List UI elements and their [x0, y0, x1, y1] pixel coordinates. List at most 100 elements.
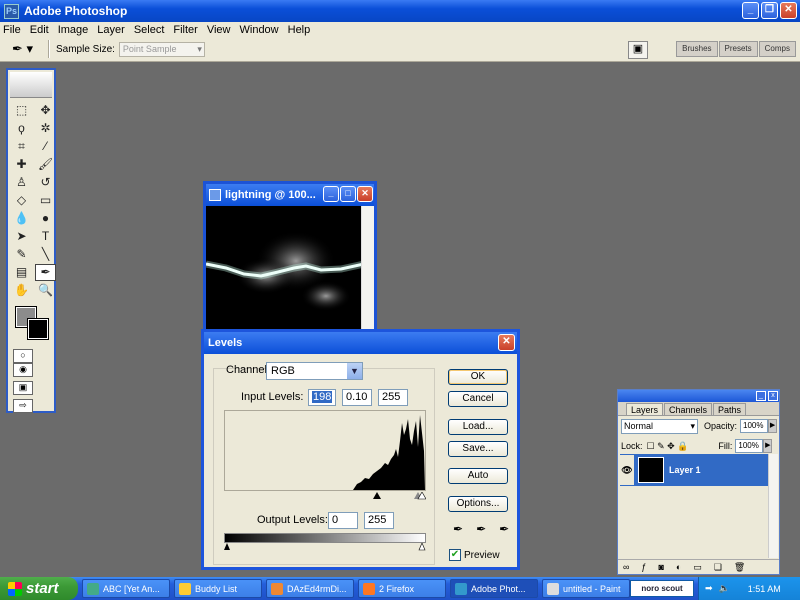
input-levels-slider[interactable] — [224, 492, 426, 500]
task-photoshop[interactable]: Adobe Phot... — [450, 579, 538, 598]
path-select-icon[interactable]: ➤ — [11, 228, 32, 245]
doc-minimize-button[interactable]: _ — [323, 186, 339, 202]
doc-maximize-button[interactable]: □ — [340, 186, 356, 202]
background-color-swatch[interactable] — [27, 318, 49, 340]
output-white-field[interactable]: 255 — [364, 512, 394, 529]
task-abc[interactable]: ABC [Yet An... — [82, 579, 170, 598]
line-tool-icon[interactable]: ╲ — [35, 246, 56, 263]
ok-button[interactable]: OK — [448, 369, 508, 385]
minimize-button[interactable]: _ — [742, 2, 759, 19]
feather-logo[interactable] — [10, 72, 52, 98]
speaker-icon[interactable]: 🔈 — [719, 583, 730, 594]
tab-layers[interactable]: Layers — [626, 403, 664, 415]
palette-well-icon[interactable]: ▣ — [628, 41, 648, 59]
lasso-tool-icon[interactable]: ϙ — [11, 120, 32, 137]
close-button[interactable]: ✕ — [780, 2, 797, 19]
lock-icons[interactable]: ☐ ✎ ✥ 🔒 — [647, 441, 689, 452]
fill-field[interactable]: 100% — [735, 439, 764, 453]
restore-button[interactable]: ❐ — [761, 2, 778, 19]
options-button[interactable]: Options... — [448, 496, 508, 512]
history-brush-icon[interactable]: ↺ — [35, 174, 56, 191]
layer-style-icon[interactable]: ƒ — [641, 562, 646, 572]
layers-panel-header[interactable]: _ x — [618, 390, 779, 402]
menu-file[interactable]: File — [3, 24, 21, 36]
layers-scrollbar[interactable] — [768, 454, 778, 558]
eyedropper-tool-preset-icon[interactable]: ✒ ▾ — [12, 39, 42, 59]
gradient-tool-icon[interactable]: ▭ — [35, 192, 56, 209]
slice-tool-icon[interactable]: ⁄ — [35, 138, 56, 155]
mask-icon[interactable]: ◙ — [658, 562, 663, 572]
menu-edit[interactable]: Edit — [30, 24, 49, 36]
type-tool-icon[interactable]: T — [35, 228, 56, 245]
layer-row[interactable]: 👁 Layer 1 — [620, 454, 769, 486]
hand-tool-icon[interactable]: ✋ — [11, 282, 32, 299]
preview-checkbox[interactable]: ✔ Preview — [449, 549, 500, 561]
opacity-field[interactable]: 100% — [740, 419, 769, 433]
palette-tab-comps[interactable]: Comps — [758, 41, 796, 57]
task-dazed[interactable]: DAzEd4rmDi... — [266, 579, 354, 598]
notes-tool-icon[interactable]: ▤ — [11, 264, 32, 281]
palette-tab-presets[interactable]: Presets — [718, 41, 758, 57]
brush-tool-icon[interactable]: 🖌 — [35, 156, 56, 173]
blend-mode-select[interactable]: Normal — [621, 418, 698, 434]
levels-title-bar[interactable]: Levels ✕ — [204, 332, 517, 354]
levels-close-button[interactable]: ✕ — [498, 334, 515, 351]
screen-mode-icon[interactable]: ▣ — [13, 381, 33, 395]
task-firefox[interactable]: 2 Firefox — [358, 579, 446, 598]
input-black-field[interactable]: 198 — [308, 389, 336, 406]
eraser-tool-icon[interactable]: ◇ — [11, 192, 32, 209]
adjustment-icon[interactable]: ◐ — [676, 562, 681, 572]
opacity-arrow-icon[interactable]: ▶ — [768, 419, 778, 433]
doc-close-button[interactable]: ✕ — [357, 186, 373, 202]
task-buddy-list[interactable]: Buddy List — [174, 579, 262, 598]
move-tool-icon[interactable]: ✥ — [35, 102, 56, 119]
tab-channels[interactable]: Channels — [664, 403, 713, 415]
trash-icon[interactable]: 🗑 — [734, 562, 745, 573]
document-canvas[interactable] — [206, 206, 364, 331]
start-button[interactable]: start — [0, 577, 78, 600]
sample-size-select[interactable]: Point Sample — [118, 41, 205, 57]
save-button[interactable]: Save... — [448, 441, 508, 457]
arrow-icon[interactable]: ➡ — [705, 583, 713, 594]
panel-close-icon[interactable]: x — [768, 391, 778, 401]
quick-mask-icon[interactable]: ◉ — [13, 363, 33, 377]
imageready-icon[interactable]: ⇨ — [13, 399, 33, 413]
clock[interactable]: 1:51 AM — [748, 584, 781, 594]
new-layer-icon[interactable]: ❏ — [714, 562, 722, 573]
menu-window[interactable]: Window — [240, 24, 279, 36]
clone-stamp-icon[interactable]: ♙ — [11, 174, 32, 191]
blur-tool-icon[interactable]: 💧 — [11, 210, 32, 227]
visibility-eye-icon[interactable]: 👁 — [620, 455, 634, 485]
menu-select[interactable]: Select — [134, 24, 165, 36]
menu-filter[interactable]: Filter — [173, 24, 197, 36]
marquee-tool-icon[interactable]: ⬚ — [11, 102, 32, 119]
magic-wand-tool-icon[interactable]: ✲ — [35, 120, 56, 137]
white-eyedropper-icon[interactable]: ✒ — [499, 522, 509, 536]
document-vertical-scrollbar[interactable] — [361, 206, 374, 331]
auto-button[interactable]: Auto — [448, 468, 508, 484]
crop-tool-icon[interactable]: ⌗ — [11, 138, 32, 155]
folder-icon[interactable]: ▭ — [693, 562, 702, 573]
panel-minimize-icon[interactable]: _ — [756, 391, 766, 401]
menu-image[interactable]: Image — [58, 24, 89, 36]
channel-select[interactable]: RGB ▼ — [266, 362, 363, 380]
load-button[interactable]: Load... — [448, 419, 508, 435]
link-icon[interactable]: ∞ — [623, 562, 629, 572]
cancel-button[interactable]: Cancel — [448, 391, 508, 407]
menu-view[interactable]: View — [207, 24, 231, 36]
black-eyedropper-icon[interactable]: ✒ — [453, 522, 463, 536]
tab-paths[interactable]: Paths — [713, 403, 747, 415]
dodge-tool-icon[interactable]: ● — [35, 210, 56, 227]
zoom-tool-icon[interactable]: 🔍 — [35, 282, 56, 299]
noro-scout-logo[interactable]: noro scout — [630, 580, 694, 597]
fill-arrow-icon[interactable]: ▶ — [763, 439, 773, 453]
menu-layer[interactable]: Layer — [97, 24, 125, 36]
healing-brush-icon[interactable]: ✚ — [11, 156, 32, 173]
output-black-field[interactable]: 0 — [328, 512, 358, 529]
standard-mode-icon[interactable]: ○ — [13, 349, 33, 363]
pen-tool-icon[interactable]: ✎ — [11, 246, 32, 263]
menu-help[interactable]: Help — [288, 24, 311, 36]
chevron-down-icon[interactable]: ▼ — [347, 363, 362, 379]
palette-tab-brushes[interactable]: Brushes — [676, 41, 718, 57]
eyedropper-tool-icon[interactable]: ✒ — [35, 264, 56, 281]
